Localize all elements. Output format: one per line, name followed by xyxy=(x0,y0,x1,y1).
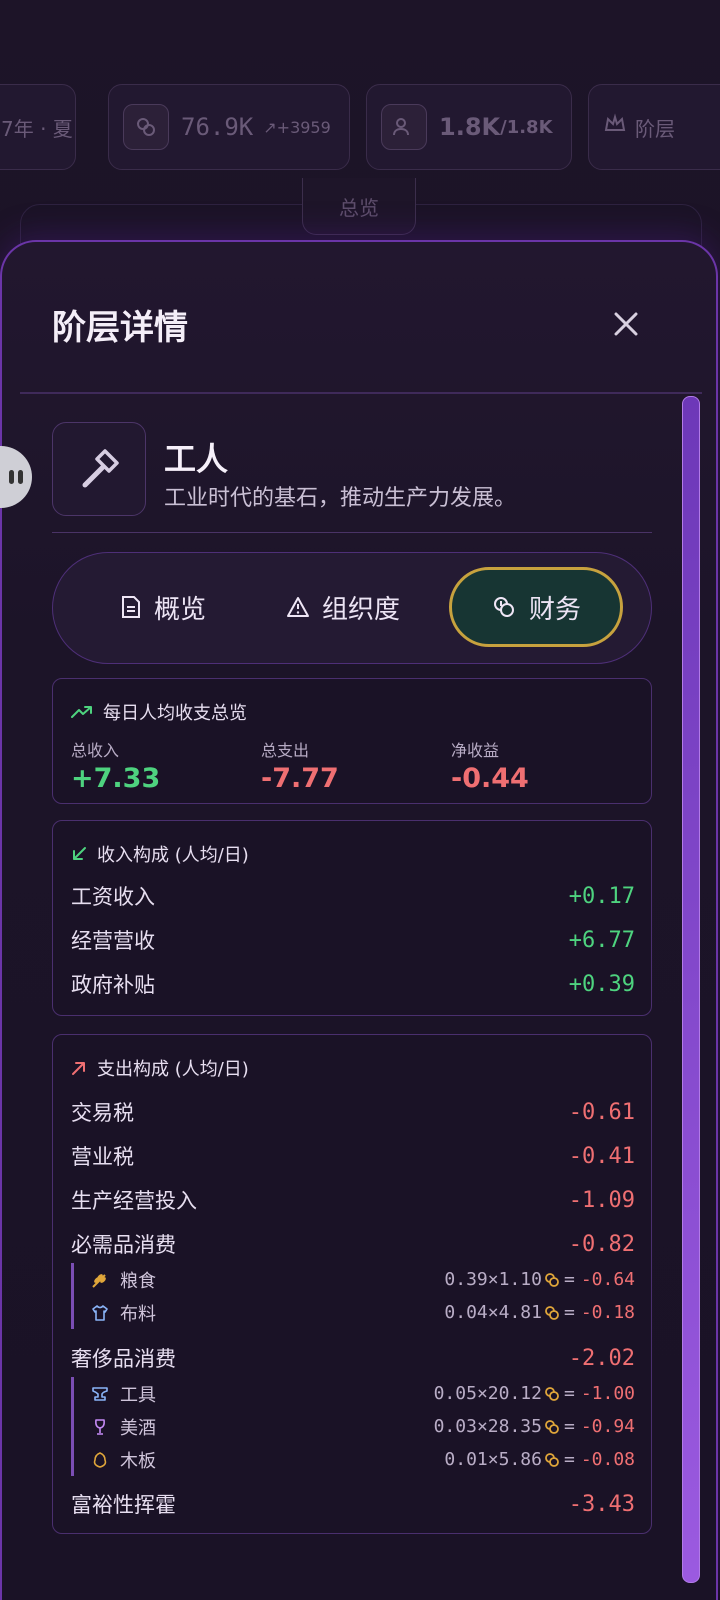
expense-breakdown-card: 支出构成 (人均/日) 交易税 -0.61 营业税 -0.41 生产经营投入 -… xyxy=(52,1034,652,1534)
luxuries-detail: 工具 0.05 × 20.12 = -1.00 美酒 0.03 × 28.35 = -0.94 … xyxy=(71,1377,635,1476)
expense-row: 营业税 -0.41 xyxy=(71,1143,635,1170)
tab-finance[interactable]: 财务 xyxy=(449,567,623,647)
trend-up-icon: ↗ xyxy=(263,117,277,137)
anvil-icon xyxy=(90,1385,110,1403)
coin-icon xyxy=(123,104,169,150)
crown-icon xyxy=(603,112,627,142)
net-income: 净收益 -0.44 xyxy=(451,741,529,794)
total-income-value: +7.33 xyxy=(71,763,161,794)
header-divider xyxy=(20,392,702,394)
hammer-icon xyxy=(82,449,119,488)
silver-coin-icon xyxy=(544,1272,560,1288)
goods-row: 布料 0.04 × 4.81 = -0.18 xyxy=(90,1296,635,1329)
close-icon xyxy=(614,312,638,336)
modal-title: 阶层详情 xyxy=(52,308,188,348)
income-heading: 收入构成 (人均/日) xyxy=(71,841,249,867)
silver-chip: 76.9K ↗ +3959 xyxy=(108,84,350,170)
shirt-icon xyxy=(90,1304,110,1322)
daily-summary-card: 每日人均收支总览 总收入 +7.33 总支出 -7.77 净收益 -0.44 xyxy=(52,678,652,804)
stratum-name: 工人 xyxy=(164,440,229,478)
total-expense-value: -7.77 xyxy=(261,763,339,794)
background-resource-bar: 7年 · 夏 76.9K ↗ +3959 1.8K /1.8K 阶层 xyxy=(0,84,720,172)
goods-row: 工具 0.05 × 20.12 = -1.00 xyxy=(90,1377,635,1410)
tab-organization[interactable]: 组织度 xyxy=(253,567,433,647)
income-breakdown-card: 收入构成 (人均/日) 工资收入 +0.17 经营营收 +6.77 政府补贴 +… xyxy=(52,820,652,1016)
document-icon xyxy=(120,595,142,619)
pause-icon xyxy=(9,470,14,484)
warning-icon xyxy=(286,596,310,618)
total-income: 总收入 +7.33 xyxy=(71,741,161,794)
arrow-up-right-icon xyxy=(71,1060,87,1076)
expense-row: 交易税 -0.61 xyxy=(71,1099,635,1126)
expense-row: 奢侈品消费 -2.02 xyxy=(71,1345,635,1372)
expense-row: 生产经营投入 -1.09 xyxy=(71,1187,635,1214)
expense-heading: 支出构成 (人均/日) xyxy=(71,1055,249,1081)
necessities-detail: 粮食 0.39 × 1.10 = -0.64 布料 0.04 × 4.81 = -0.18 xyxy=(71,1263,635,1329)
goods-row: 美酒 0.03 × 28.35 = -0.94 xyxy=(90,1410,635,1443)
stratum-chip: 阶层 xyxy=(588,84,720,170)
income-row: 经营营收 +6.77 xyxy=(71,927,635,954)
silver-coin-icon xyxy=(544,1419,560,1435)
tab-bar: 概览 组织度 财务 xyxy=(52,552,652,664)
net-income-value: -0.44 xyxy=(451,763,529,794)
coins-icon xyxy=(491,594,517,620)
goods-row: 木板 0.01 × 5.86 = -0.08 xyxy=(90,1443,635,1476)
expense-row: 必需品消费 -0.82 xyxy=(71,1231,635,1258)
close-button[interactable] xyxy=(606,304,646,344)
stratum-divider xyxy=(52,532,652,533)
silver-coin-icon xyxy=(544,1386,560,1402)
stratum-detail-modal: 阶层详情 工人 工业时代的基石，推动生产力发展。 概览 组织度 财务 每日人均收… xyxy=(0,240,718,1600)
silver-coin-icon xyxy=(544,1305,560,1321)
stratum-description: 工业时代的基石，推动生产力发展。 xyxy=(164,486,517,511)
wheat-icon xyxy=(90,1271,110,1289)
stratum-icon-box xyxy=(52,422,146,516)
tab-overview[interactable]: 概览 xyxy=(83,567,243,647)
background-tab-overview: 总览 xyxy=(302,178,416,235)
goods-row: 粮食 0.39 × 1.10 = -0.64 xyxy=(90,1263,635,1296)
trend-up-icon xyxy=(71,705,93,719)
income-row: 工资收入 +0.17 xyxy=(71,883,635,910)
scrollbar[interactable] xyxy=(682,396,700,1583)
wood-icon xyxy=(90,1451,110,1469)
arrow-down-left-icon xyxy=(71,846,87,862)
people-icon xyxy=(381,104,427,150)
wine-icon xyxy=(90,1418,110,1436)
total-expense: 总支出 -7.77 xyxy=(261,741,339,794)
expense-row: 富裕性挥霍 -3.43 xyxy=(71,1491,635,1518)
population-chip: 1.8K /1.8K xyxy=(366,84,572,170)
income-row: 政府补贴 +0.39 xyxy=(71,971,635,998)
summary-heading: 每日人均收支总览 xyxy=(71,699,247,725)
silver-coin-icon xyxy=(544,1452,560,1468)
date-chip: 7年 · 夏 xyxy=(0,84,76,170)
